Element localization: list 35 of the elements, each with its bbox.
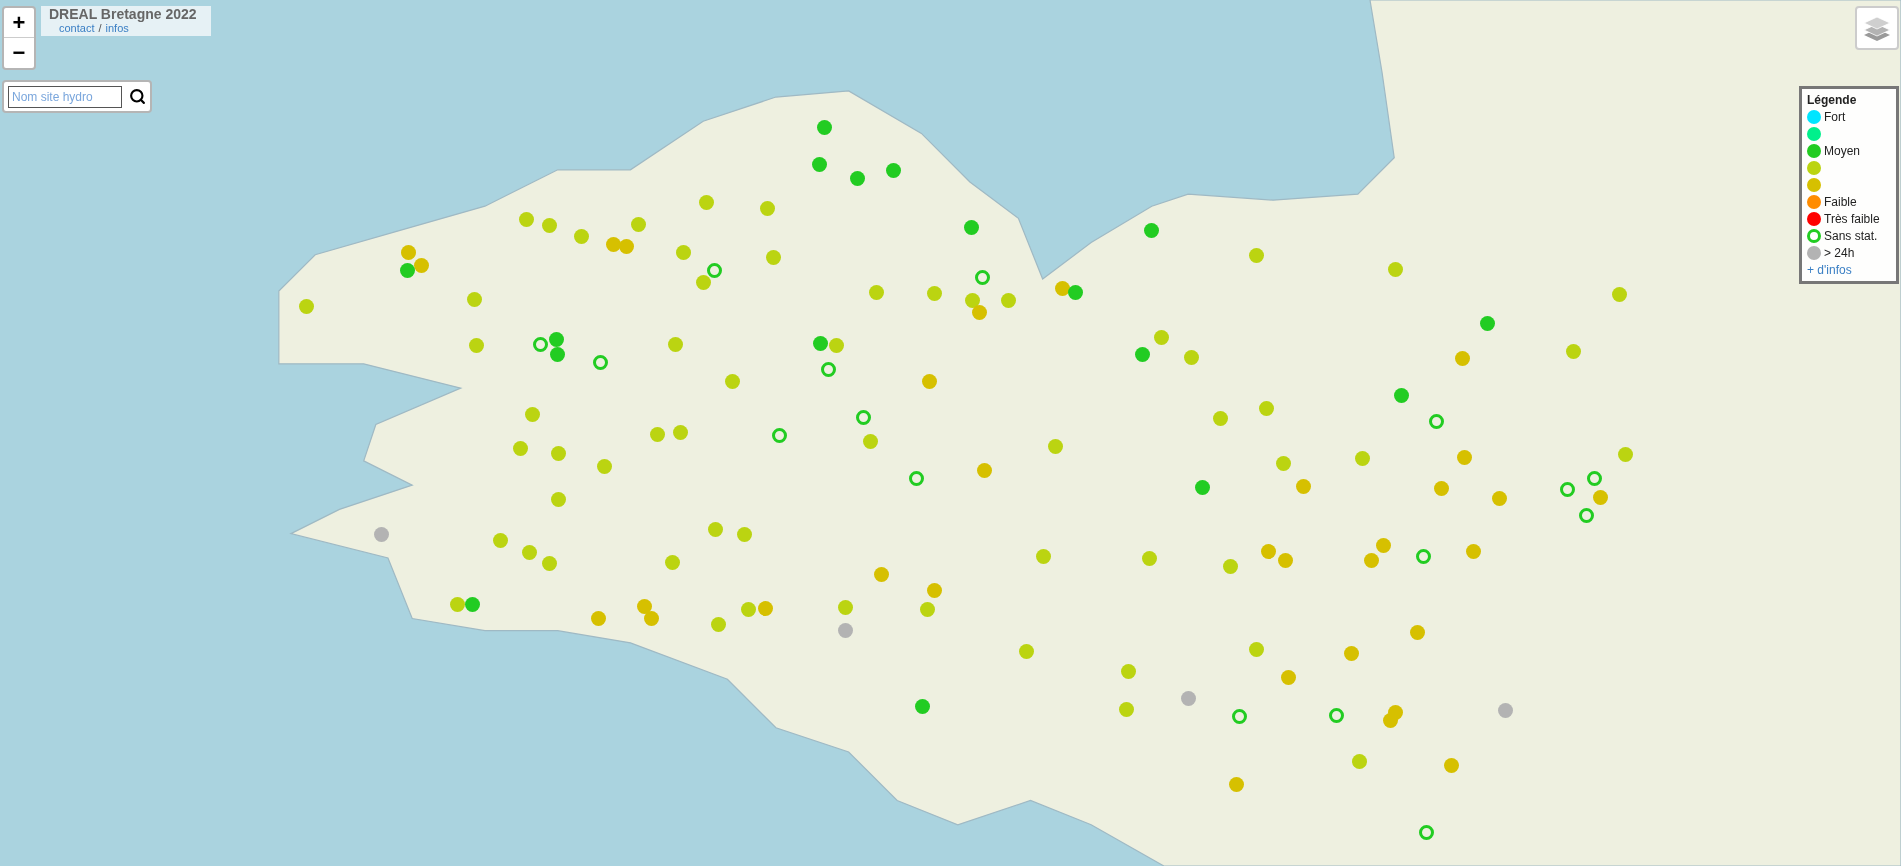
station-marker[interactable] <box>855 409 871 425</box>
more-info-link[interactable]: + d'infos <box>1807 262 1891 278</box>
station-marker[interactable] <box>1586 471 1602 487</box>
station-marker[interactable] <box>772 427 788 443</box>
search-icon <box>128 88 146 105</box>
station-marker[interactable] <box>1415 548 1431 564</box>
separator-text: / <box>98 22 102 35</box>
zoom-in-button[interactable]: + <box>4 8 34 38</box>
infos-link[interactable]: infos <box>105 22 129 35</box>
legend-label: Très faible <box>1824 211 1880 227</box>
map-background[interactable]: + − DREAL Bretagne 2022 contact / infos Nom site hydro Légende Fort Moyen Faible Très faible Sans stat. > 24h + d'infos <box>0 0 1901 866</box>
station-marker[interactable] <box>820 362 836 378</box>
station-marker[interactable] <box>1560 482 1576 498</box>
station-marker[interactable] <box>533 336 549 352</box>
station-marker[interactable] <box>1231 709 1247 724</box>
station-marker[interactable] <box>974 270 990 286</box>
legend-label: Sans stat. <box>1824 228 1878 244</box>
search-field[interactable]: Nom site hydro <box>8 85 122 108</box>
zoom-out-button[interactable]: − <box>4 38 34 68</box>
station-marker[interactable] <box>592 355 608 370</box>
station-marker[interactable] <box>909 471 925 487</box>
station-marker[interactable] <box>1429 414 1445 430</box>
legend-label: Moyen <box>1824 143 1861 159</box>
legend-label: Faible <box>1824 194 1857 210</box>
layers-icon <box>1863 15 1891 41</box>
station-marker[interactable] <box>1419 825 1435 841</box>
station-marker[interactable] <box>1579 507 1595 523</box>
station-marker[interactable] <box>1328 707 1344 723</box>
layers-button[interactable] <box>1855 6 1899 50</box>
legend-title: Légende <box>1807 92 1858 108</box>
map-title: DREAL Bretagne 2022 <box>49 6 198 22</box>
search-button[interactable] <box>128 87 146 106</box>
legend-label: > 24h <box>1824 245 1855 261</box>
contact-link[interactable]: contact <box>59 22 95 35</box>
legend-label: Fort <box>1824 109 1846 125</box>
